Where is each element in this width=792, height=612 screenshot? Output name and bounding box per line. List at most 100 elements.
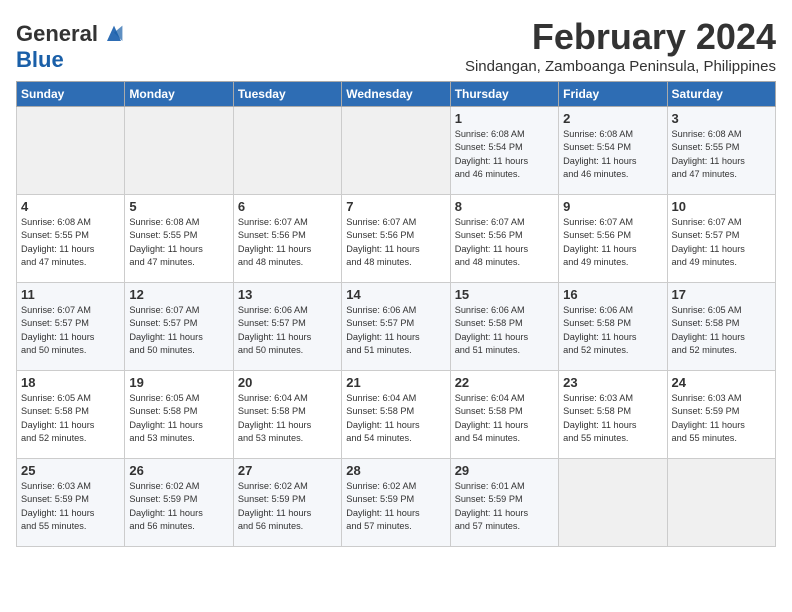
column-header-thursday: Thursday [450, 82, 558, 107]
day-info: Sunrise: 6:06 AM Sunset: 5:58 PM Dayligh… [563, 304, 662, 357]
day-info: Sunrise: 6:02 AM Sunset: 5:59 PM Dayligh… [238, 480, 337, 533]
day-number: 19 [129, 375, 228, 390]
calendar-cell: 16Sunrise: 6:06 AM Sunset: 5:58 PM Dayli… [559, 283, 667, 371]
day-info: Sunrise: 6:08 AM Sunset: 5:55 PM Dayligh… [672, 128, 771, 181]
column-header-monday: Monday [125, 82, 233, 107]
day-number: 7 [346, 199, 445, 214]
calendar-cell: 2 Sunrise: 6:08 AM Sunset: 5:54 PM Daylig… [559, 107, 667, 195]
calendar-cell: 18 Sunrise: 6:05 AM Sunset: 5:58 PM Dayli… [17, 371, 125, 459]
calendar-cell: 26 Sunrise: 6:02 AM Sunset: 5:59 PM Dayli… [125, 459, 233, 547]
calendar-cell [667, 459, 775, 547]
calendar-cell: 24Sunrise: 6:03 AM Sunset: 5:59 PM Dayli… [667, 371, 775, 459]
calendar-cell: 4 Sunrise: 6:08 AM Sunset: 5:55 PM Daylig… [17, 195, 125, 283]
day-number: 23 [563, 375, 662, 390]
calendar-cell: 9 Sunrise: 6:07 AM Sunset: 5:56 PM Daylig… [559, 195, 667, 283]
day-number: 15 [455, 287, 554, 302]
day-number: 20 [238, 375, 337, 390]
calendar-cell: 14 Sunrise: 6:06 AM Sunset: 5:57 PM Dayli… [342, 283, 450, 371]
calendar-cell: 12 Sunrise: 6:07 AM Sunset: 5:57 PM Dayli… [125, 283, 233, 371]
calendar-cell: 22 Sunrise: 6:04 AM Sunset: 5:58 PM Dayli… [450, 371, 558, 459]
day-info: Sunrise: 6:04 AM Sunset: 5:58 PM Dayligh… [455, 392, 554, 445]
calendar-cell: 10 Sunrise: 6:07 AM Sunset: 5:57 PM Dayli… [667, 195, 775, 283]
calendar-cell: 6Sunrise: 6:07 AM Sunset: 5:56 PM Daylig… [233, 195, 341, 283]
logo-blue: Blue [16, 47, 64, 72]
calendar-cell: 27 Sunrise: 6:02 AM Sunset: 5:59 PM Dayli… [233, 459, 341, 547]
calendar-cell: 15 Sunrise: 6:06 AM Sunset: 5:58 PM Dayli… [450, 283, 558, 371]
day-info: Sunrise: 6:07 AM Sunset: 5:56 PM Dayligh… [455, 216, 554, 269]
day-number: 1 [455, 111, 554, 126]
day-number: 2 [563, 111, 662, 126]
day-number: 8 [455, 199, 554, 214]
calendar-cell [233, 107, 341, 195]
calendar-cell: 29 Sunrise: 6:01 AM Sunset: 5:59 PM Dayli… [450, 459, 558, 547]
day-info: Sunrise: 6:06 AM Sunset: 5:57 PM Dayligh… [238, 304, 337, 357]
calendar-cell [17, 107, 125, 195]
day-info: Sunrise: 6:04 AM Sunset: 5:58 PM Dayligh… [346, 392, 445, 445]
day-number: 10 [672, 199, 771, 214]
day-number: 5 [129, 199, 228, 214]
day-info: Sunrise: 6:08 AM Sunset: 5:54 PM Dayligh… [455, 128, 554, 181]
day-info: Sunrise: 6:08 AM Sunset: 5:55 PM Dayligh… [21, 216, 120, 269]
day-info: Sunrise: 6:07 AM Sunset: 5:57 PM Dayligh… [672, 216, 771, 269]
subtitle: Sindangan, Zamboanga Peninsula, Philippi… [465, 58, 776, 75]
calendar-cell: 1 Sunrise: 6:08 AM Sunset: 5:54 PM Daylig… [450, 107, 558, 195]
day-number: 25 [21, 463, 120, 478]
day-info: Sunrise: 6:07 AM Sunset: 5:57 PM Dayligh… [129, 304, 228, 357]
day-number: 29 [455, 463, 554, 478]
calendar-table: SundayMondayTuesdayWednesdayThursdayFrid… [16, 81, 776, 547]
day-number: 21 [346, 375, 445, 390]
calendar-cell: 5 Sunrise: 6:08 AM Sunset: 5:55 PM Daylig… [125, 195, 233, 283]
day-number: 27 [238, 463, 337, 478]
column-header-saturday: Saturday [667, 82, 775, 107]
calendar-cell: 21 Sunrise: 6:04 AM Sunset: 5:58 PM Dayli… [342, 371, 450, 459]
day-number: 22 [455, 375, 554, 390]
calendar-cell: 8 Sunrise: 6:07 AM Sunset: 5:56 PM Daylig… [450, 195, 558, 283]
column-header-sunday: Sunday [17, 82, 125, 107]
day-info: Sunrise: 6:03 AM Sunset: 5:58 PM Dayligh… [563, 392, 662, 445]
day-number: 9 [563, 199, 662, 214]
logo-icon [100, 20, 128, 48]
title-area: February 2024 Sindangan, Zamboanga Penin… [465, 16, 776, 75]
day-info: Sunrise: 6:05 AM Sunset: 5:58 PM Dayligh… [129, 392, 228, 445]
day-info: Sunrise: 6:06 AM Sunset: 5:57 PM Dayligh… [346, 304, 445, 357]
day-info: Sunrise: 6:05 AM Sunset: 5:58 PM Dayligh… [672, 304, 771, 357]
logo-general: General [16, 22, 98, 46]
calendar-week-row: 18 Sunrise: 6:05 AM Sunset: 5:58 PM Dayli… [17, 371, 776, 459]
column-header-friday: Friday [559, 82, 667, 107]
calendar-cell [125, 107, 233, 195]
day-info: Sunrise: 6:07 AM Sunset: 5:56 PM Dayligh… [346, 216, 445, 269]
calendar-cell: 13Sunrise: 6:06 AM Sunset: 5:57 PM Dayli… [233, 283, 341, 371]
day-info: Sunrise: 6:02 AM Sunset: 5:59 PM Dayligh… [129, 480, 228, 533]
calendar-cell: 7 Sunrise: 6:07 AM Sunset: 5:56 PM Daylig… [342, 195, 450, 283]
day-number: 18 [21, 375, 120, 390]
calendar-cell: 25Sunrise: 6:03 AM Sunset: 5:59 PM Dayli… [17, 459, 125, 547]
day-info: Sunrise: 6:06 AM Sunset: 5:58 PM Dayligh… [455, 304, 554, 357]
day-number: 4 [21, 199, 120, 214]
day-info: Sunrise: 6:08 AM Sunset: 5:55 PM Dayligh… [129, 216, 228, 269]
logo: General Blue [16, 20, 128, 72]
calendar-cell: 11Sunrise: 6:07 AM Sunset: 5:57 PM Dayli… [17, 283, 125, 371]
day-number: 3 [672, 111, 771, 126]
day-info: Sunrise: 6:01 AM Sunset: 5:59 PM Dayligh… [455, 480, 554, 533]
column-header-wednesday: Wednesday [342, 82, 450, 107]
day-info: Sunrise: 6:07 AM Sunset: 5:57 PM Dayligh… [21, 304, 120, 357]
day-number: 14 [346, 287, 445, 302]
calendar-cell: 20Sunrise: 6:04 AM Sunset: 5:58 PM Dayli… [233, 371, 341, 459]
calendar-cell: 3 Sunrise: 6:08 AM Sunset: 5:55 PM Daylig… [667, 107, 775, 195]
day-info: Sunrise: 6:07 AM Sunset: 5:56 PM Dayligh… [238, 216, 337, 269]
day-number: 26 [129, 463, 228, 478]
calendar-cell [342, 107, 450, 195]
main-title: February 2024 [465, 16, 776, 58]
calendar-week-row: 11Sunrise: 6:07 AM Sunset: 5:57 PM Dayli… [17, 283, 776, 371]
calendar-header-row: SundayMondayTuesdayWednesdayThursdayFrid… [17, 82, 776, 107]
calendar-cell: 28 Sunrise: 6:02 AM Sunset: 5:59 PM Dayli… [342, 459, 450, 547]
day-info: Sunrise: 6:05 AM Sunset: 5:58 PM Dayligh… [21, 392, 120, 445]
day-info: Sunrise: 6:02 AM Sunset: 5:59 PM Dayligh… [346, 480, 445, 533]
day-info: Sunrise: 6:07 AM Sunset: 5:56 PM Dayligh… [563, 216, 662, 269]
day-info: Sunrise: 6:03 AM Sunset: 5:59 PM Dayligh… [672, 392, 771, 445]
day-number: 28 [346, 463, 445, 478]
calendar-week-row: 4 Sunrise: 6:08 AM Sunset: 5:55 PM Daylig… [17, 195, 776, 283]
calendar-cell [559, 459, 667, 547]
day-info: Sunrise: 6:08 AM Sunset: 5:54 PM Dayligh… [563, 128, 662, 181]
day-number: 12 [129, 287, 228, 302]
